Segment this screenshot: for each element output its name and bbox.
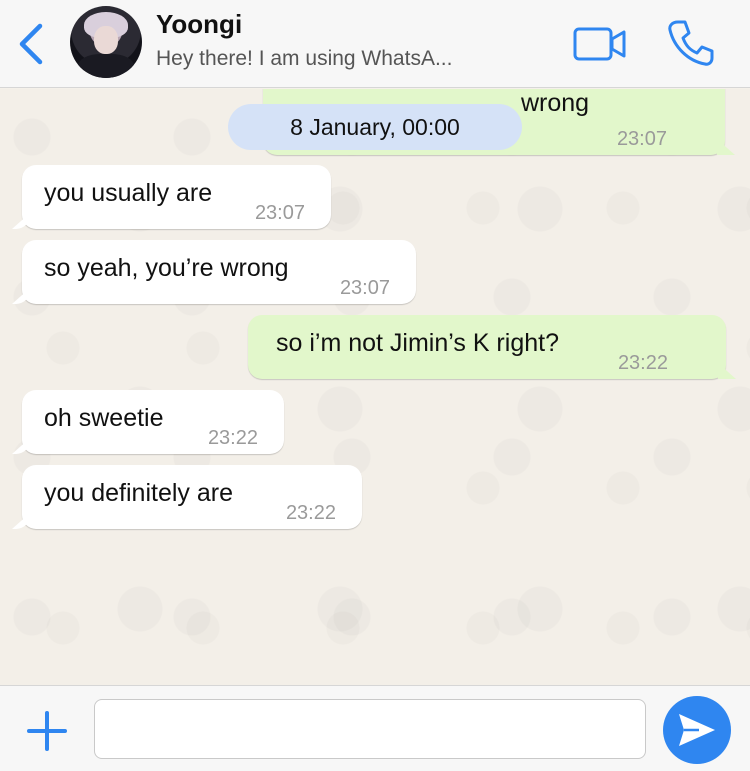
plus-icon[interactable] (26, 710, 68, 752)
input-bar (0, 685, 750, 771)
chat-header: Yoongi Hey there! I am using WhatsA... (0, 0, 750, 88)
date-separator: 8 January, 00:00 (228, 104, 522, 150)
message-time: 23:07 (616, 128, 667, 150)
send-button[interactable] (663, 696, 731, 764)
message-time: 23:07 (254, 202, 305, 224)
message-time: 23:22 (617, 352, 668, 374)
message-time: 23:22 (207, 427, 258, 449)
message-bubble-incoming[interactable]: you usually are 23:07 (22, 165, 331, 229)
avatar[interactable] (70, 6, 142, 78)
message-text: wrong (521, 89, 590, 117)
message-bubble-outgoing[interactable]: so i’m not Jimin’s K right? 23:22 (248, 315, 726, 379)
message-text: so i’m not Jimin’s K right? (276, 329, 559, 357)
message-text: you definitely are (44, 479, 234, 507)
message-bubble-incoming[interactable]: oh sweetie 23:22 (22, 390, 284, 454)
chevron-left-icon[interactable] (14, 22, 48, 66)
message-input[interactable] (94, 699, 646, 759)
message-time: 23:07 (339, 277, 390, 299)
phone-icon[interactable] (666, 18, 716, 68)
message-bubble-incoming[interactable]: you definitely are 23:22 (22, 465, 362, 529)
message-text: you usually are (44, 179, 213, 207)
contact-status[interactable]: Hey there! I am using WhatsA... (156, 47, 452, 71)
message-text: oh sweetie (44, 404, 164, 432)
chat-area: wrong 23:07 8 January, 00:00 you usually… (0, 89, 750, 685)
contact-name[interactable]: Yoongi (156, 9, 242, 40)
message-text: so yeah, you’re wrong (44, 254, 289, 282)
video-camera-icon[interactable] (572, 24, 628, 64)
send-arrow-icon (679, 714, 715, 746)
message-time: 23:22 (285, 502, 336, 524)
message-bubble-incoming[interactable]: so yeah, you’re wrong 23:07 (22, 240, 416, 304)
